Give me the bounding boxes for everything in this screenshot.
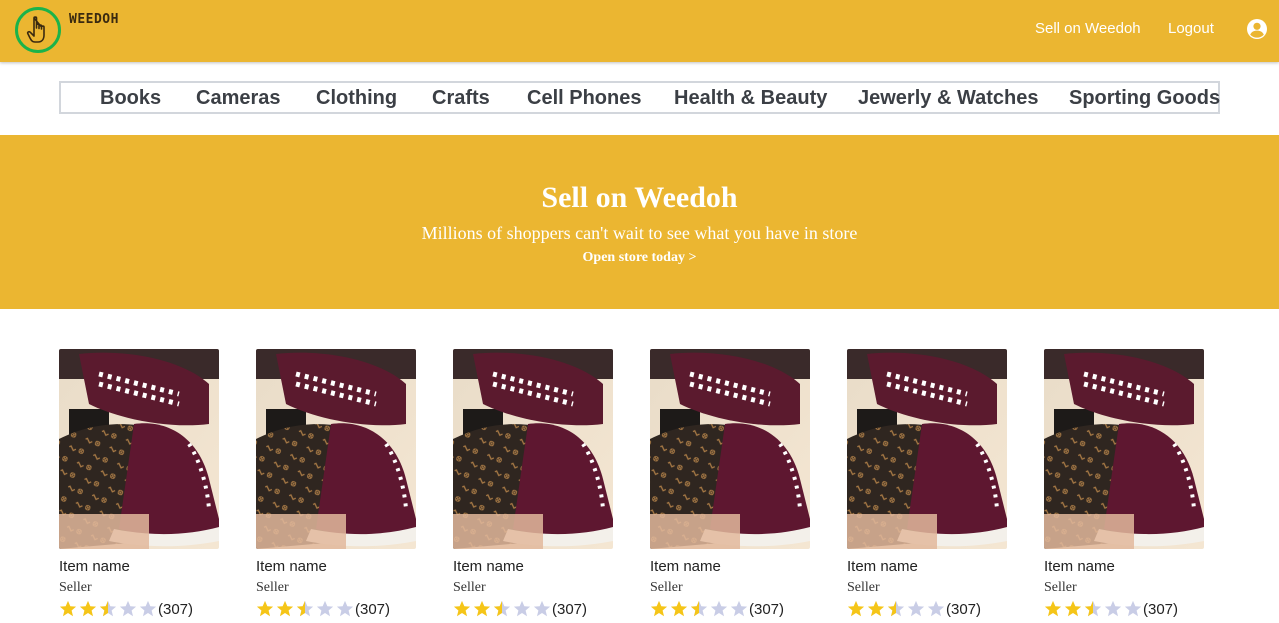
star-filled-icon — [453, 600, 471, 617]
category-health-beauty[interactable]: Health & Beauty — [674, 87, 827, 110]
star-filled-icon — [1044, 600, 1062, 617]
star-empty-icon — [710, 600, 728, 617]
star-empty-icon — [927, 600, 945, 617]
category-nav: Books Cameras Clothing Crafts Cell Phone… — [59, 81, 1220, 114]
sell-on-weedoh-link[interactable]: Sell on Weedoh — [1035, 20, 1141, 37]
rating-count: (307) — [355, 601, 391, 618]
seller-name[interactable]: Seller — [847, 580, 880, 596]
user-circle-icon[interactable] — [1246, 18, 1268, 40]
product-image[interactable] — [453, 349, 613, 549]
star-half-icon — [100, 601, 116, 616]
product-image[interactable] — [650, 349, 810, 549]
item-name[interactable]: Item name — [847, 558, 918, 575]
pointing-hand-icon — [26, 16, 45, 43]
logo-text[interactable]: WEEDOH — [69, 12, 119, 27]
star-rating — [650, 600, 748, 617]
sell-banner: Sell on Weedoh Millions of shoppers can'… — [0, 135, 1279, 309]
star-rating — [1044, 600, 1142, 617]
product-card[interactable]: Item name Seller (307) — [1044, 349, 1204, 618]
logout-link[interactable]: Logout — [1168, 20, 1214, 37]
logo[interactable] — [15, 7, 61, 53]
item-name[interactable]: Item name — [1044, 558, 1115, 575]
star-half-icon — [1085, 601, 1101, 616]
star-empty-icon — [513, 600, 531, 617]
rating-count: (307) — [749, 601, 785, 618]
star-empty-icon — [1104, 600, 1122, 617]
seller-name[interactable]: Seller — [453, 580, 486, 596]
top-bar: WEEDOH Sell on Weedoh Logout — [0, 0, 1279, 62]
star-empty-icon — [1124, 600, 1142, 617]
star-filled-icon — [59, 600, 77, 617]
star-empty-icon — [119, 600, 137, 617]
star-filled-icon — [79, 600, 97, 617]
rating-count: (307) — [1143, 601, 1179, 618]
item-name[interactable]: Item name — [650, 558, 721, 575]
open-store-link[interactable]: Open store today > — [0, 250, 1279, 266]
category-crafts[interactable]: Crafts — [432, 87, 490, 110]
product-image[interactable] — [256, 349, 416, 549]
star-empty-icon — [730, 600, 748, 617]
star-filled-icon — [670, 600, 688, 617]
seller-name[interactable]: Seller — [650, 580, 683, 596]
star-rating — [453, 600, 551, 617]
star-empty-icon — [316, 600, 334, 617]
category-books[interactable]: Books — [100, 87, 161, 110]
product-card[interactable]: Item name Seller (307) — [453, 349, 613, 618]
product-image[interactable] — [59, 349, 219, 549]
product-card[interactable]: Item name Seller (307) — [59, 349, 219, 618]
category-cameras[interactable]: Cameras — [196, 87, 281, 110]
star-filled-icon — [847, 600, 865, 617]
product-image[interactable] — [847, 349, 1007, 549]
star-filled-icon — [650, 600, 668, 617]
star-filled-icon — [276, 600, 294, 617]
seller-name[interactable]: Seller — [59, 580, 92, 596]
item-name[interactable]: Item name — [59, 558, 130, 575]
star-half-icon — [888, 601, 904, 616]
star-filled-icon — [473, 600, 491, 617]
star-rating — [59, 600, 157, 617]
banner-subtitle: Millions of shoppers can't wait to see w… — [421, 223, 858, 243]
star-half-icon — [691, 601, 707, 616]
star-filled-icon — [256, 600, 274, 617]
category-cell-phones[interactable]: Cell Phones — [527, 87, 641, 110]
star-half-icon — [297, 601, 313, 616]
category-sporting-goods[interactable]: Sporting Goods — [1069, 87, 1220, 110]
rating-count: (307) — [946, 601, 982, 618]
star-empty-icon — [139, 600, 157, 617]
star-empty-icon — [533, 600, 551, 617]
rating-count: (307) — [552, 601, 588, 618]
seller-name[interactable]: Seller — [1044, 580, 1077, 596]
star-filled-icon — [1064, 600, 1082, 617]
seller-name[interactable]: Seller — [256, 580, 289, 596]
product-card[interactable]: Item name Seller (307) — [650, 349, 810, 618]
category-jewelry-watches[interactable]: Jewerly & Watches — [858, 87, 1038, 110]
item-name[interactable]: Item name — [453, 558, 524, 575]
product-image[interactable] — [1044, 349, 1204, 549]
item-name[interactable]: Item name — [256, 558, 327, 575]
star-rating — [847, 600, 945, 617]
star-rating — [256, 600, 354, 617]
rating-count: (307) — [158, 601, 194, 618]
star-half-icon — [494, 601, 510, 616]
product-card[interactable]: Item name Seller (307) — [256, 349, 416, 618]
star-empty-icon — [907, 600, 925, 617]
star-filled-icon — [867, 600, 885, 617]
category-clothing[interactable]: Clothing — [316, 87, 397, 110]
banner-title: Sell on Weedoh — [541, 181, 738, 214]
star-empty-icon — [336, 600, 354, 617]
product-card[interactable]: Item name Seller (307) — [847, 349, 1007, 618]
